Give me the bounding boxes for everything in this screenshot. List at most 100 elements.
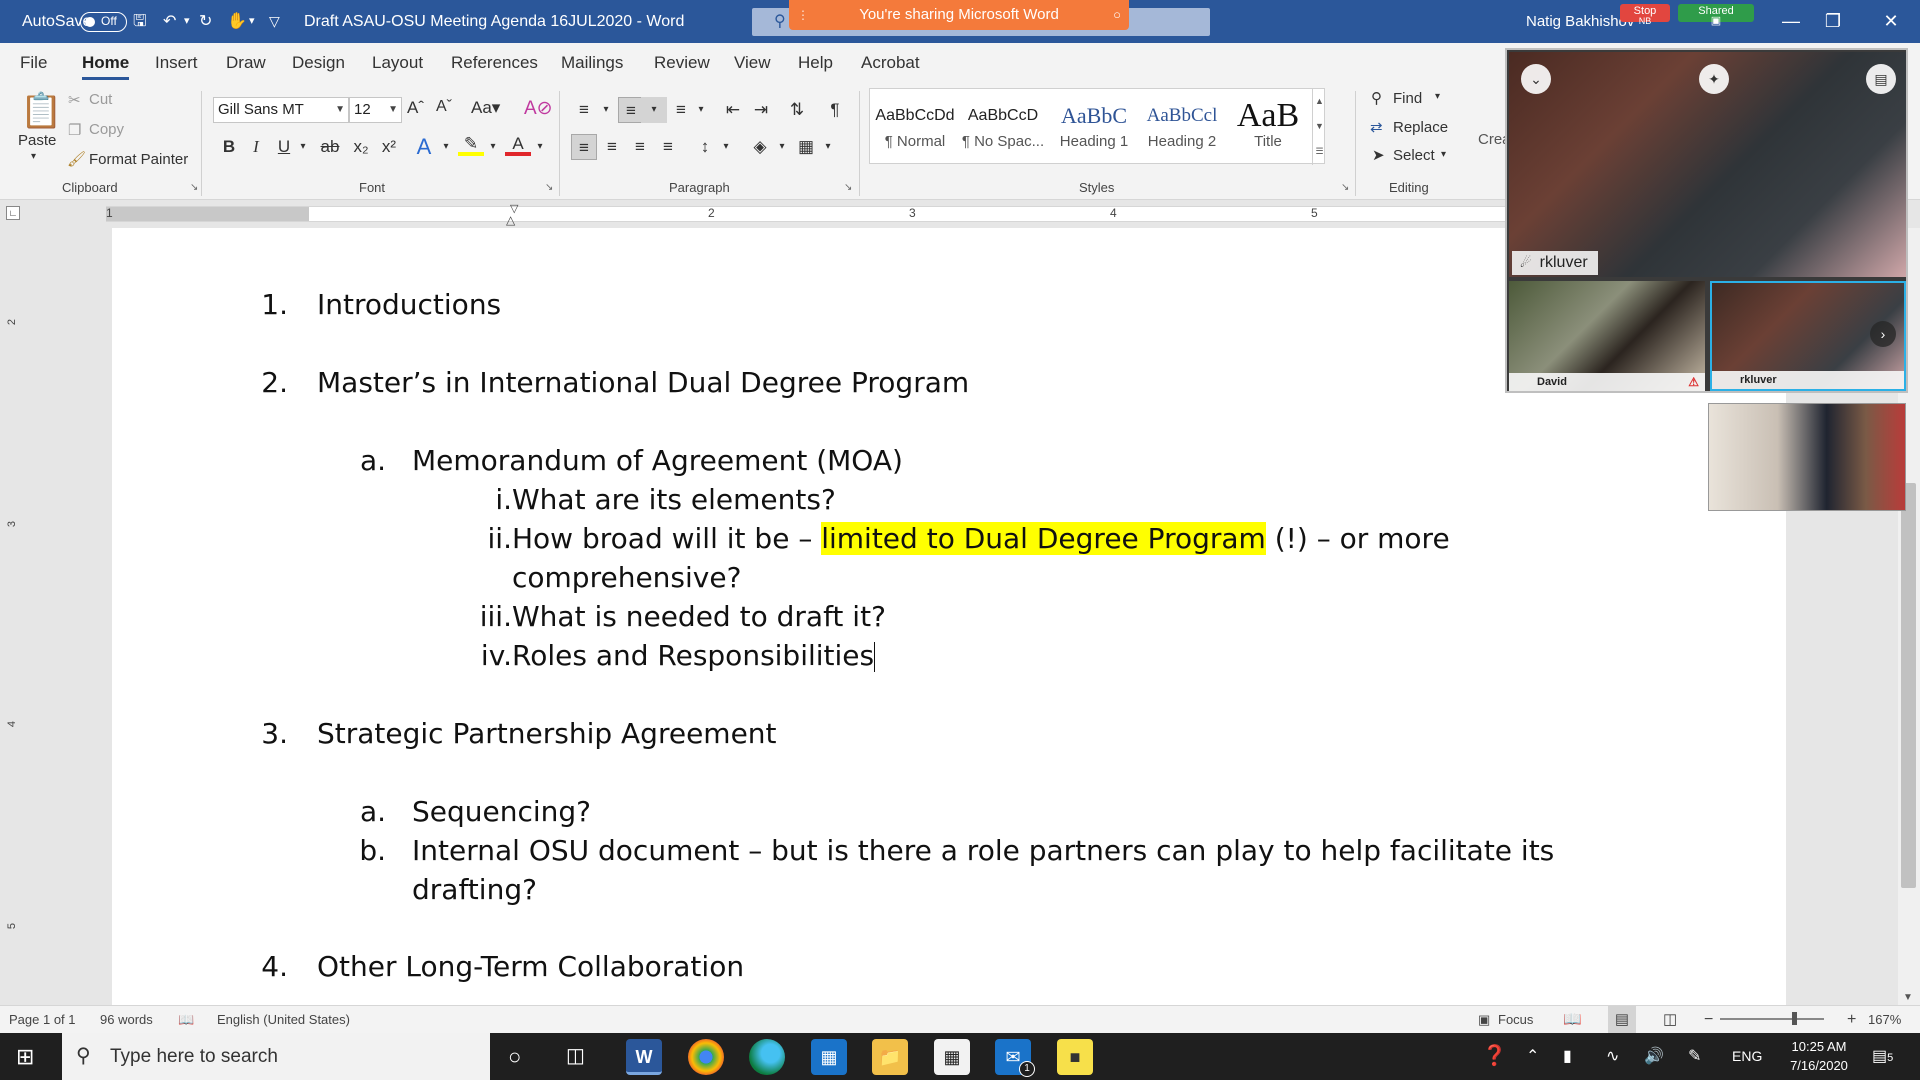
touch-mode-icon[interactable]: ✋ — [227, 0, 247, 43]
restore-icon[interactable]: ❐ — [1810, 0, 1856, 43]
style-title[interactable]: AaB Title — [1223, 89, 1313, 165]
tab-help[interactable]: Help — [798, 43, 833, 83]
line-spacing-dropdown-icon[interactable]: ▾ — [713, 134, 739, 160]
text-effects-dropdown-icon[interactable]: ▾ — [433, 134, 459, 160]
decrease-indent-icon[interactable]: ⇤ — [720, 97, 746, 123]
cut-button[interactable]: Cut — [89, 91, 112, 108]
style-heading-2[interactable]: AaBbCcl Heading 2 — [1137, 89, 1227, 165]
agenda-subitem-draft[interactable]: What is needed to draft it? — [512, 600, 886, 633]
show-hidden-icons[interactable]: ⌃ — [1526, 1033, 1539, 1080]
mail-taskbar-icon[interactable]: ✉ 1 — [995, 1039, 1035, 1077]
select-dropdown-icon[interactable]: ▾ — [1441, 149, 1446, 160]
proofing-icon[interactable]: 📖 — [178, 1006, 194, 1034]
agenda-subitem-scope[interactable]: How broad will it be – limited to Dual D… — [512, 522, 1450, 555]
stop-sharing-button[interactable]: Stop NB — [1620, 4, 1670, 26]
clock[interactable]: 10:25 AM 7/16/2020 — [1781, 1037, 1857, 1075]
help-icon[interactable]: ❓ — [1482, 1033, 1507, 1080]
taskbar-search[interactable]: ⚲ Type here to search — [62, 1033, 490, 1080]
cut-icon[interactable]: ✂ — [68, 91, 81, 109]
styles-scroll[interactable]: ▲ ▼ ☰ — [1312, 89, 1326, 165]
tab-file[interactable]: File — [20, 43, 47, 83]
file-explorer-taskbar-icon[interactable]: 📁 — [872, 1039, 908, 1075]
select-button[interactable]: Select — [1393, 147, 1435, 164]
agenda-subitem-scope-cont[interactable]: comprehensive? — [512, 561, 741, 594]
pin-icon[interactable]: ✦ — [1699, 64, 1729, 94]
customize-qat-icon[interactable]: ▽ — [269, 0, 280, 43]
close-icon[interactable]: ✕ — [1868, 0, 1914, 43]
agenda-item-2[interactable]: Master’s in International Dual Degree Pr… — [317, 366, 969, 399]
undo-icon[interactable]: ↶ — [163, 0, 176, 43]
copy-icon[interactable]: ❐ — [68, 121, 81, 139]
format-painter-icon[interactable]: 🖌 — [67, 150, 86, 168]
find-dropdown-icon[interactable]: ▾ — [1435, 91, 1440, 102]
tab-design[interactable]: Design — [292, 43, 345, 83]
tab-acrobat[interactable]: Acrobat — [861, 43, 920, 83]
undo-dropdown-icon[interactable]: ▾ — [184, 0, 190, 43]
self-view-video[interactable] — [1708, 403, 1906, 511]
font-name-combo[interactable]: Gill Sans MT ▼ — [213, 97, 349, 123]
focus-button[interactable]: Focus — [1498, 1006, 1533, 1034]
volume-icon[interactable]: 🔊 — [1644, 1033, 1664, 1080]
page-count[interactable]: Page 1 of 1 — [9, 1006, 76, 1034]
focus-icon[interactable]: ▣ — [1478, 1006, 1490, 1034]
hanging-indent-icon[interactable]: △ — [506, 213, 515, 227]
clipboard-launcher-icon[interactable]: ↘ — [190, 182, 198, 193]
vertical-ruler[interactable]: 2 3 4 5 — [0, 228, 28, 1005]
bullets-dropdown-icon[interactable]: ▾ — [593, 97, 619, 123]
user-name[interactable]: Natig Bakhishov — [1526, 0, 1634, 43]
participant-tile-rkluver[interactable]: › rkluver — [1710, 281, 1906, 391]
print-layout-icon[interactable]: ▤ — [1608, 1006, 1636, 1034]
windows-start-icon[interactable]: ⊞ — [16, 1033, 34, 1080]
collapse-video-icon[interactable]: ⌄ — [1521, 64, 1551, 94]
strikethrough-icon[interactable]: ab — [317, 134, 343, 160]
autosave-toggle[interactable]: Off — [80, 0, 127, 43]
paste-dropdown-icon[interactable]: ▾ — [31, 151, 36, 162]
tab-selector-icon[interactable]: ∟ — [6, 206, 20, 220]
align-right-icon[interactable]: ≡ — [627, 134, 653, 160]
word-count[interactable]: 96 words — [100, 1006, 153, 1034]
show-formatting-icon[interactable]: ¶ — [822, 97, 848, 123]
chrome-taskbar-icon[interactable] — [688, 1039, 724, 1075]
agenda-subitem-elements[interactable]: What are its elements? — [512, 483, 836, 516]
shrink-font-icon[interactable]: Aˇ — [436, 98, 452, 116]
increase-indent-icon[interactable]: ⇥ — [748, 97, 774, 123]
language-status[interactable]: English (United States) — [217, 1006, 350, 1034]
tab-draw[interactable]: Draw — [226, 43, 266, 83]
select-icon[interactable]: ➤ — [1372, 146, 1385, 164]
clear-formatting-icon[interactable]: A⊘ — [524, 97, 553, 120]
read-mode-icon[interactable]: 📖 — [1563, 1006, 1582, 1034]
agenda-subitem-roles[interactable]: Roles and Responsibilities — [512, 639, 876, 672]
replace-icon[interactable]: ⇄ — [1370, 118, 1383, 136]
agenda-item-3[interactable]: Strategic Partnership Agreement — [317, 717, 777, 750]
font-size-combo[interactable]: 12 ▼ — [349, 97, 402, 123]
find-button[interactable]: Find — [1393, 90, 1422, 107]
shared-indicator[interactable]: Shared ▣ — [1678, 4, 1754, 27]
agenda-subitem-internal-doc[interactable]: Internal OSU document – but is there a r… — [412, 834, 1554, 867]
edge-taskbar-icon[interactable] — [749, 1039, 785, 1075]
agenda-subitem-sequencing[interactable]: Sequencing? — [412, 795, 591, 828]
layout-icon[interactable]: ▤ — [1866, 64, 1896, 94]
notifications-icon[interactable]: ▤5 — [1872, 1033, 1893, 1080]
tab-layout[interactable]: Layout — [372, 43, 423, 83]
main-speaker-video[interactable]: ⌄ ✦ ▤ ☄ rkluver — [1509, 52, 1906, 277]
agenda-item-1[interactable]: Introductions — [317, 288, 501, 321]
zoom-in-button[interactable]: + — [1847, 1006, 1856, 1034]
banner-close-icon[interactable]: ○ — [1113, 0, 1121, 30]
zoom-slider-track[interactable] — [1720, 1018, 1824, 1020]
subscript-icon[interactable]: x₂ — [348, 134, 374, 160]
italic-icon[interactable]: I — [243, 134, 269, 160]
zoom-level[interactable]: 167% — [1868, 1006, 1901, 1034]
paste-icon[interactable]: 📋 — [20, 91, 62, 131]
tab-mailings[interactable]: Mailings — [561, 43, 623, 83]
participant-tile-david[interactable]: David ⚠ — [1509, 281, 1705, 391]
shading-dropdown-icon[interactable]: ▾ — [769, 134, 795, 160]
paragraph-launcher-icon[interactable]: ↘ — [844, 182, 852, 193]
agenda-item-4[interactable]: Other Long-Term Collaboration — [317, 950, 744, 983]
grow-font-icon[interactable]: Aˆ — [407, 98, 424, 118]
tab-insert[interactable]: Insert — [155, 43, 198, 83]
numbering-dropdown-icon[interactable]: ▾ — [641, 97, 667, 123]
wifi-icon[interactable]: ∿ — [1606, 1033, 1619, 1080]
word-taskbar-icon[interactable]: W — [626, 1039, 662, 1075]
tab-references[interactable]: References — [451, 43, 538, 83]
font-color-dropdown-icon[interactable]: ▾ — [527, 134, 553, 160]
